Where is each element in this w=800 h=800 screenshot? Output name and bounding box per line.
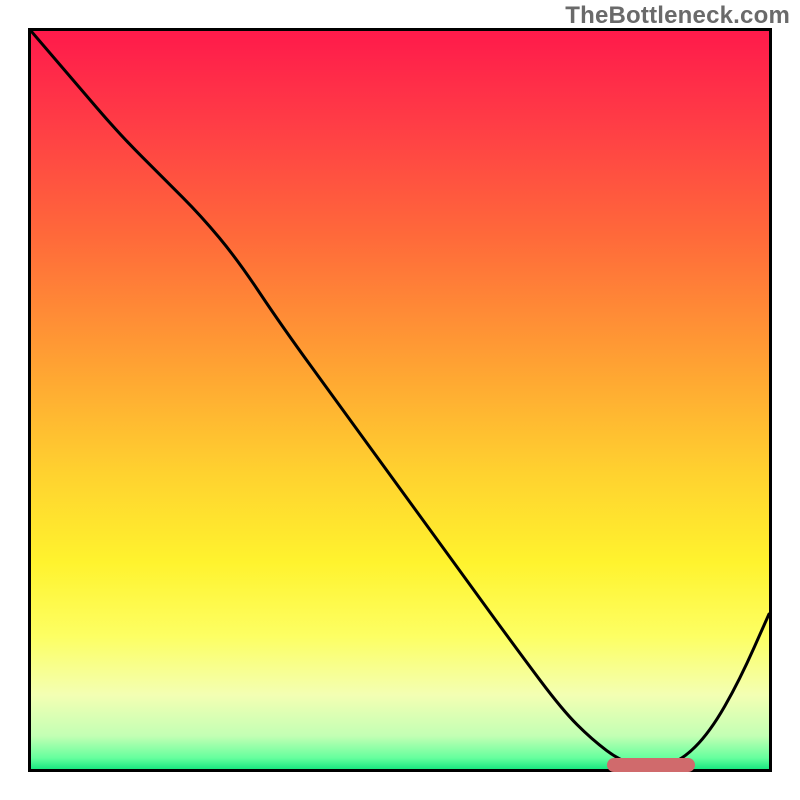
minimum-marker	[607, 758, 696, 772]
chart-wrapper: TheBottleneck.com	[0, 0, 800, 800]
gradient-background	[31, 31, 769, 769]
watermark-label: TheBottleneck.com	[565, 2, 790, 30]
plot-area	[28, 28, 772, 772]
plot-svg	[31, 31, 769, 769]
